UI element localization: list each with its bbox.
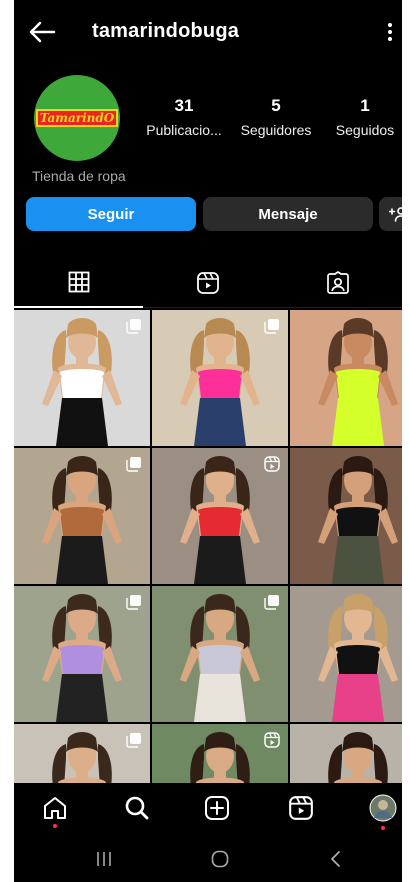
message-button[interactable]: Mensaje <box>203 197 373 231</box>
grid-icon <box>68 271 89 293</box>
post-thumbnail[interactable] <box>290 448 402 584</box>
stat-posts[interactable]: 31 Publicacio... <box>142 96 226 138</box>
create-icon <box>205 796 229 820</box>
carousel-badge-icon <box>264 319 279 334</box>
nav-create[interactable] <box>202 793 232 823</box>
nav-home[interactable] <box>40 793 70 828</box>
stat-following-count: 1 <box>360 96 370 115</box>
tab-tagged[interactable] <box>273 258 402 308</box>
reels-icon <box>289 796 313 820</box>
carousel-badge-icon <box>126 733 141 748</box>
reels-icon <box>196 272 219 294</box>
carousel-badge-icon <box>126 319 141 334</box>
post-photo <box>318 318 398 446</box>
profile-category: Tienda de ropa <box>32 168 126 184</box>
instagram-profile-screen: tamarindobuga TamarindO 31 Publicacio...… <box>14 0 402 882</box>
carousel-badge-icon <box>126 595 141 610</box>
post-thumbnail[interactable] <box>14 310 150 446</box>
post-thumbnail[interactable] <box>290 310 402 446</box>
stat-posts-label: Publicacio... <box>146 122 222 138</box>
post-photo <box>318 456 398 584</box>
avatar-logo-text: TamarindO <box>36 109 118 127</box>
post-thumbnail[interactable] <box>152 448 288 584</box>
search-icon <box>125 796 149 820</box>
profile-tabs <box>14 258 402 308</box>
home-circle-icon[interactable] <box>210 849 230 869</box>
stat-posts-count: 31 <box>174 96 194 115</box>
top-bar: tamarindobuga <box>14 12 402 52</box>
post-thumbnail[interactable] <box>14 586 150 722</box>
tab-reels[interactable] <box>143 258 272 308</box>
bottom-navigation <box>14 783 402 835</box>
profile-notification-dot <box>381 826 385 830</box>
post-photo <box>318 594 398 722</box>
carousel-badge-icon <box>264 595 279 610</box>
system-navigation-bar <box>14 835 402 882</box>
back-chevron-icon[interactable] <box>326 849 346 869</box>
profile-username: tamarindobuga <box>92 20 240 42</box>
post-thumbnail[interactable] <box>14 448 150 584</box>
stat-followers-label: Seguidores <box>240 122 312 138</box>
profile-actions: Seguir Mensaje <box>26 197 402 231</box>
follow-button[interactable]: Seguir <box>26 197 196 231</box>
stat-followers[interactable]: 5 Seguidores <box>236 96 316 138</box>
nav-profile[interactable] <box>368 793 398 830</box>
reel-badge-icon <box>264 456 280 472</box>
nav-reels[interactable] <box>286 793 316 823</box>
profile-avatar[interactable]: TamarindO <box>34 75 120 161</box>
add-person-icon <box>389 207 402 222</box>
suggested-users-button[interactable] <box>379 197 402 231</box>
nav-search[interactable] <box>122 793 152 823</box>
stat-following-label: Seguidos <box>335 122 395 138</box>
post-thumbnail[interactable] <box>152 586 288 722</box>
stat-followers-count: 5 <box>271 96 281 115</box>
home-notification-dot <box>53 824 57 828</box>
reel-badge-icon <box>264 732 280 748</box>
post-thumbnail[interactable] <box>290 586 402 722</box>
carousel-badge-icon <box>126 457 141 472</box>
tab-posts-grid[interactable] <box>14 258 143 308</box>
post-thumbnail[interactable] <box>152 310 288 446</box>
tagged-icon <box>326 271 349 294</box>
recents-icon[interactable] <box>94 849 114 869</box>
home-icon <box>44 797 66 819</box>
back-arrow-icon[interactable] <box>28 20 56 44</box>
more-options-icon[interactable] <box>384 20 396 44</box>
profile-avatar-icon <box>369 794 397 822</box>
stat-following[interactable]: 1 Seguidos <box>332 96 398 138</box>
